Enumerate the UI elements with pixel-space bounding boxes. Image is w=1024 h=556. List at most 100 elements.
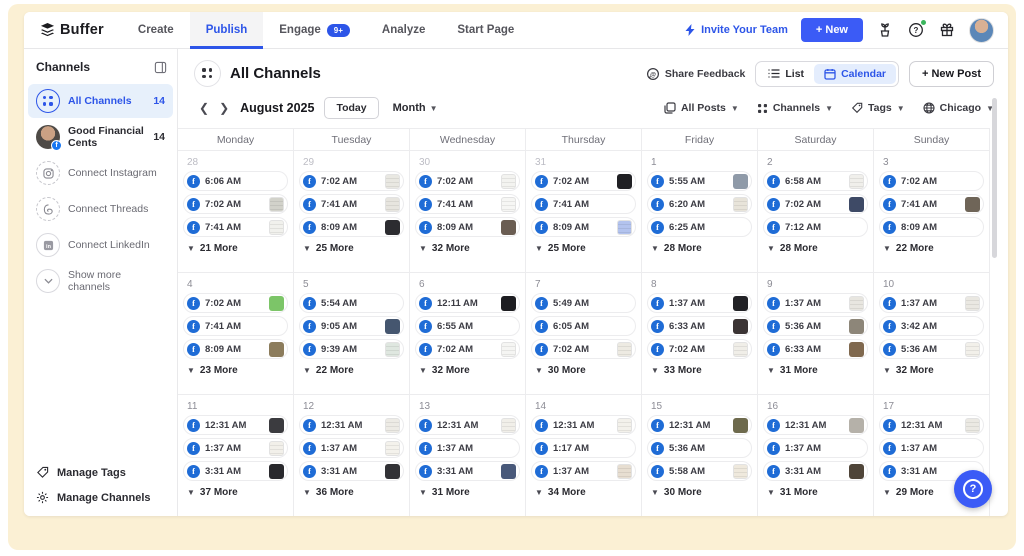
sidebar-item-connect-linkedin[interactable]: inConnect LinkedIn <box>28 228 173 262</box>
new-post-button[interactable]: + New Post <box>909 61 994 87</box>
scheduled-post[interactable]: f1:37 AM <box>879 293 984 313</box>
scheduled-post[interactable]: f8:09 AM <box>415 217 520 237</box>
scheduled-post[interactable]: f1:37 AM <box>299 438 404 458</box>
invite-your-team-link[interactable]: Invite Your Team <box>685 24 788 36</box>
scheduled-post[interactable]: f7:02 AM <box>647 339 752 359</box>
scheduled-post[interactable]: f12:31 AM <box>879 415 984 435</box>
more-posts-link[interactable]: ▼22 More <box>299 362 404 376</box>
gift-icon[interactable] <box>938 21 956 39</box>
scheduled-post[interactable]: f3:42 AM <box>879 316 984 336</box>
sidebar-item-all-channels[interactable]: All Channels14 <box>28 84 173 118</box>
list-view-button[interactable]: List <box>758 64 814 84</box>
view-granularity-select[interactable]: Month▼ <box>393 102 438 114</box>
more-posts-link[interactable]: ▼32 More <box>415 362 520 376</box>
collapse-sidebar-icon[interactable] <box>154 61 167 74</box>
scheduled-post[interactable]: f8:09 AM <box>183 339 288 359</box>
scheduled-post[interactable]: f1:37 AM <box>647 293 752 313</box>
nav-tab-engage[interactable]: Engage9+ <box>263 12 366 48</box>
scheduled-post[interactable]: f7:41 AM <box>531 194 636 214</box>
scheduled-post[interactable]: f12:11 AM <box>415 293 520 313</box>
more-posts-link[interactable]: ▼28 More <box>647 240 752 254</box>
scheduled-post[interactable]: f5:55 AM <box>647 171 752 191</box>
more-posts-link[interactable]: ▼31 More <box>415 484 520 498</box>
scheduled-post[interactable]: f9:05 AM <box>299 316 404 336</box>
scheduled-post[interactable]: f6:55 AM <box>415 316 520 336</box>
plant-growth-icon[interactable] <box>876 21 894 39</box>
more-posts-link[interactable]: ▼28 More <box>763 240 868 254</box>
manage-channels-button[interactable]: Manage Channels <box>24 485 177 510</box>
scheduled-post[interactable]: f12:31 AM <box>415 415 520 435</box>
scheduled-post[interactable]: f8:09 AM <box>299 217 404 237</box>
scheduled-post[interactable]: f6:20 AM <box>647 194 752 214</box>
scheduled-post[interactable]: f7:02 AM <box>183 194 288 214</box>
more-posts-link[interactable]: ▼30 More <box>647 484 752 498</box>
nav-tab-start-page[interactable]: Start Page <box>441 12 530 48</box>
more-posts-link[interactable]: ▼32 More <box>879 362 984 376</box>
scheduled-post[interactable]: f7:02 AM <box>531 339 636 359</box>
help-floating-button[interactable]: ? <box>954 470 992 508</box>
buffer-logo[interactable]: Buffer <box>24 12 122 48</box>
new-button[interactable]: + New <box>801 18 863 42</box>
scheduled-post[interactable]: f6:06 AM <box>183 171 288 191</box>
scheduled-post[interactable]: f5:36 AM <box>763 316 868 336</box>
scheduled-post[interactable]: f1:37 AM <box>763 438 868 458</box>
scheduled-post[interactable]: f12:31 AM <box>647 415 752 435</box>
scheduled-post[interactable]: f7:02 AM <box>415 171 520 191</box>
scheduled-post[interactable]: f7:12 AM <box>763 217 868 237</box>
scheduled-post[interactable]: f6:33 AM <box>647 316 752 336</box>
scheduled-post[interactable]: f1:37 AM <box>183 438 288 458</box>
more-posts-link[interactable]: ▼37 More <box>183 484 288 498</box>
scheduled-post[interactable]: f7:02 AM <box>415 339 520 359</box>
scheduled-post[interactable]: f6:25 AM <box>647 217 752 237</box>
scheduled-post[interactable]: f6:33 AM <box>763 339 868 359</box>
sidebar-item-good-financial-cents[interactable]: fGood Financial Cents14 <box>28 120 173 154</box>
more-posts-link[interactable]: ▼32 More <box>415 240 520 254</box>
calendar-view-button[interactable]: Calendar <box>814 64 896 84</box>
scheduled-post[interactable]: f7:02 AM <box>183 293 288 313</box>
share-feedback-button[interactable]: @ Share Feedback <box>646 67 746 81</box>
scheduled-post[interactable]: f6:05 AM <box>531 316 636 336</box>
scheduled-post[interactable]: f7:41 AM <box>415 194 520 214</box>
filter-tags[interactable]: Tags▼ <box>851 102 905 114</box>
scheduled-post[interactable]: f12:31 AM <box>531 415 636 435</box>
more-posts-link[interactable]: ▼25 More <box>299 240 404 254</box>
scheduled-post[interactable]: f1:37 AM <box>879 438 984 458</box>
scheduled-post[interactable]: f7:02 AM <box>531 171 636 191</box>
scheduled-post[interactable]: f3:31 AM <box>299 461 404 481</box>
help-icon[interactable]: ? <box>907 21 925 39</box>
scheduled-post[interactable]: f8:09 AM <box>879 217 984 237</box>
more-posts-link[interactable]: ▼21 More <box>183 240 288 254</box>
scheduled-post[interactable]: f5:58 AM <box>647 461 752 481</box>
filter-channels[interactable]: Channels▼ <box>757 102 833 114</box>
nav-tab-analyze[interactable]: Analyze <box>366 12 441 48</box>
manage-tags-button[interactable]: Manage Tags <box>24 460 177 485</box>
nav-tab-create[interactable]: Create <box>122 12 190 48</box>
scheduled-post[interactable]: f5:36 AM <box>647 438 752 458</box>
scheduled-post[interactable]: f7:41 AM <box>183 316 288 336</box>
scheduled-post[interactable]: f12:31 AM <box>183 415 288 435</box>
more-posts-link[interactable]: ▼34 More <box>531 484 636 498</box>
scheduled-post[interactable]: f1:17 AM <box>531 438 636 458</box>
today-button[interactable]: Today <box>324 97 378 119</box>
more-posts-link[interactable]: ▼23 More <box>183 362 288 376</box>
more-posts-link[interactable]: ▼36 More <box>299 484 404 498</box>
sidebar-item-connect-threads[interactable]: Connect Threads <box>28 192 173 226</box>
scheduled-post[interactable]: f3:31 AM <box>183 461 288 481</box>
more-posts-link[interactable]: ▼33 More <box>647 362 752 376</box>
more-posts-link[interactable]: ▼30 More <box>531 362 636 376</box>
nav-tab-publish[interactable]: Publish <box>190 12 264 48</box>
filter-all-posts[interactable]: All Posts▼ <box>664 102 739 114</box>
scheduled-post[interactable]: f1:37 AM <box>531 461 636 481</box>
scheduled-post[interactable]: f3:31 AM <box>763 461 868 481</box>
scheduled-post[interactable]: f3:31 AM <box>415 461 520 481</box>
more-posts-link[interactable]: ▼22 More <box>879 240 984 254</box>
more-posts-link[interactable]: ▼25 More <box>531 240 636 254</box>
scheduled-post[interactable]: f7:02 AM <box>879 171 984 191</box>
scheduled-post[interactable]: f7:41 AM <box>299 194 404 214</box>
scheduled-post[interactable]: f12:31 AM <box>299 415 404 435</box>
scheduled-post[interactable]: f7:02 AM <box>299 171 404 191</box>
scheduled-post[interactable]: f7:02 AM <box>763 194 868 214</box>
scheduled-post[interactable]: f1:37 AM <box>415 438 520 458</box>
more-posts-link[interactable]: ▼31 More <box>763 484 868 498</box>
scheduled-post[interactable]: f5:54 AM <box>299 293 404 313</box>
